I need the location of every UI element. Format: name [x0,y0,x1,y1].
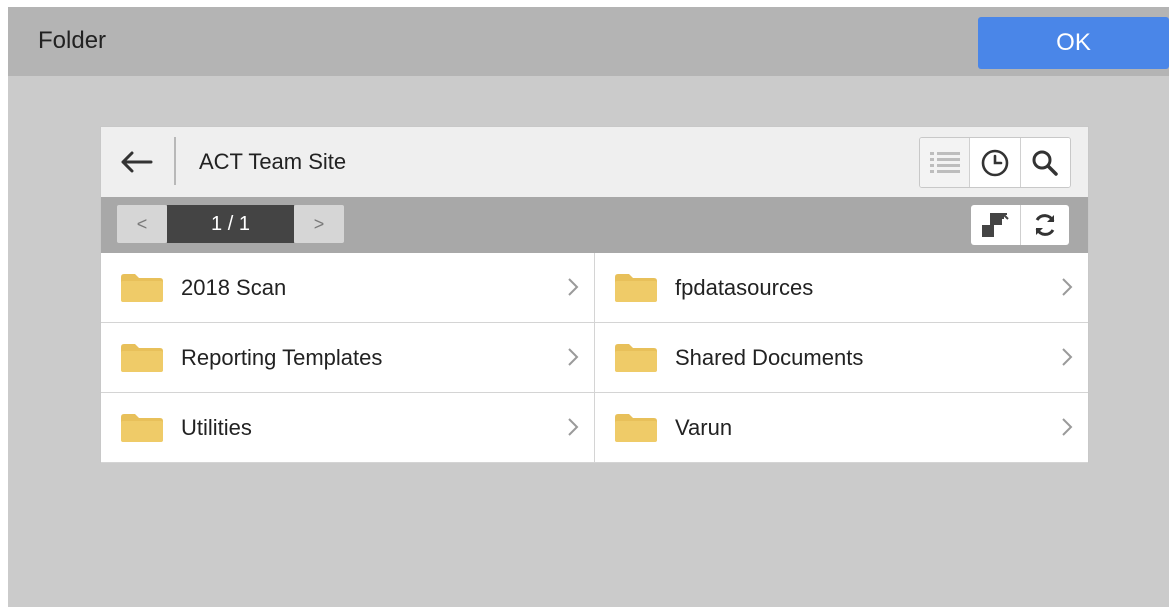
folder-item[interactable]: Reporting Templates [101,323,594,393]
folder-icon [615,414,657,442]
search-button[interactable] [1019,138,1070,187]
swap-button[interactable] [971,205,1020,245]
folder-label: fpdatasources [675,275,814,300]
prev-page-button[interactable]: < [117,205,167,243]
view-tool-group [919,137,1071,188]
folder-label: 2018 Scan [181,275,287,300]
chevron-right-icon [1062,278,1073,296]
folder-item[interactable]: Utilities [101,393,594,463]
page-indicator: 1 / 1 [167,205,294,243]
recent-button[interactable] [969,138,1020,187]
folder-browser: ACT Team Site < 1 / 1 > 2018 Scan fpdata… [100,126,1089,463]
folder-label: Shared Documents [675,345,864,370]
refresh-icon [1035,214,1055,236]
ok-button[interactable]: OK [978,17,1169,69]
back-button[interactable] [117,144,155,180]
folder-icon [615,344,657,372]
refresh-button[interactable] [1019,205,1070,245]
nav-divider [174,137,176,185]
folder-item[interactable]: fpdatasources [594,253,1088,323]
folder-dialog: Folder OK ACT Team Site < 1 / 1 > 2018 S… [8,7,1169,607]
folder-icon [121,274,163,302]
folder-item[interactable]: Varun [594,393,1088,463]
swap-icon [982,213,1009,237]
navigation-bar: ACT Team Site [101,127,1088,197]
folder-label: Varun [675,415,733,440]
arrow-left-icon [121,151,153,173]
chevron-right-icon [1062,418,1073,436]
clock-icon [981,149,1009,176]
current-location: ACT Team Site [199,149,347,174]
list-view-button[interactable] [920,138,970,187]
pagination-bar: < 1 / 1 > [101,197,1088,253]
chevron-right-icon [568,278,579,296]
folder-icon [121,414,163,442]
list-view-icon [929,151,960,173]
search-icon [1032,150,1059,176]
folder-icon [121,344,163,372]
chevron-right-icon [1062,348,1073,366]
dialog-title: Folder [38,27,107,54]
folder-label: Reporting Templates [181,345,383,370]
folder-icon [615,274,657,302]
folder-item[interactable]: 2018 Scan [101,253,594,323]
chevron-right-icon [568,348,579,366]
chevron-right-icon [568,418,579,436]
action-group [971,205,1069,245]
folder-item[interactable]: Shared Documents [594,323,1088,393]
title-bar: Folder OK [8,7,1169,76]
next-page-button[interactable]: > [294,205,344,243]
folder-grid: 2018 Scan fpdatasources Reporting Templa… [101,253,1088,463]
folder-label: Utilities [181,415,252,440]
